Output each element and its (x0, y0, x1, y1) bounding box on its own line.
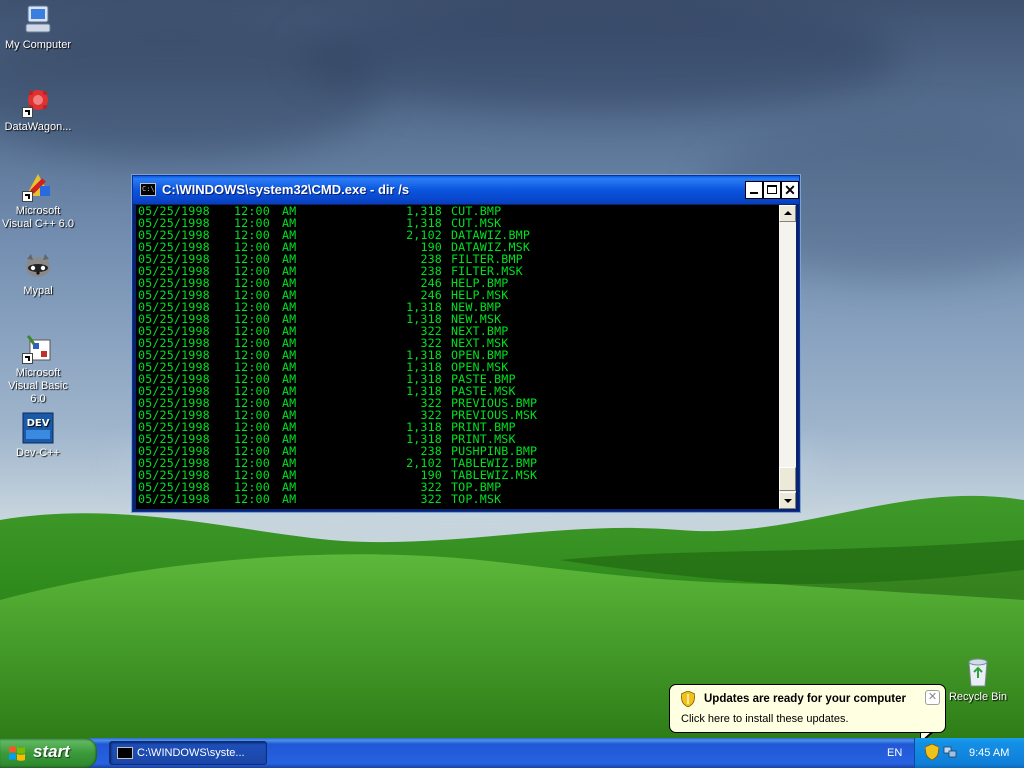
start-button[interactable]: start (0, 738, 97, 768)
my-computer-icon (22, 4, 54, 36)
clock[interactable]: 9:45 AM (969, 747, 1009, 759)
desktop-icon-label: Microsoft Visual C++ 6.0 (2, 205, 74, 230)
cmd-window[interactable]: C:\ C:\WINDOWS\system32\CMD.exe - dir /s… (132, 175, 800, 512)
file-name: TOP.MSK (451, 492, 502, 506)
file-date: 05/25/1998 (138, 492, 210, 506)
language-indicator[interactable]: EN (887, 747, 902, 759)
scroll-down-button[interactable] (779, 492, 796, 509)
visual-cpp-icon (22, 170, 54, 202)
file-size: 322 (420, 492, 442, 506)
balloon-close-button[interactable]: ✕ (925, 690, 940, 705)
console-line: 05/25/1998 12:00 AM 322 TOP.MSK (138, 493, 778, 505)
system-tray: 9:45 AM (914, 738, 1024, 768)
cmd-title-bar[interactable]: C:\ C:\WINDOWS\system32\CMD.exe - dir /s… (133, 176, 799, 204)
recycle-bin-icon (962, 656, 994, 688)
desktop-icon-label: Dev-C++ (15, 447, 61, 459)
console-output[interactable]: 05/25/1998 12:00 AM 1,318 CUT.BMP 05/25/1998 1… (136, 205, 779, 509)
cmd-window-title: C:\WINDOWS\system32\CMD.exe - dir /s (162, 182, 410, 197)
file-ampm: AM (282, 492, 297, 506)
cmd-taskbar-icon (117, 747, 133, 759)
balloon-title: Updates are ready for your computer (704, 693, 906, 705)
scrollbar-thumb[interactable] (779, 467, 796, 491)
maximize-button[interactable] (763, 181, 781, 199)
network-icon[interactable] (943, 745, 957, 759)
shortcut-arrow-icon (22, 353, 33, 364)
desktop-icon-label: Microsoft Visual Basic 6.0 (8, 367, 68, 405)
desktop-icon-recycle-bin[interactable]: Recycle Bin (940, 656, 1016, 704)
cmd-window-icon[interactable]: C:\ (140, 183, 156, 196)
console-vertical-scrollbar[interactable] (779, 205, 796, 509)
close-button[interactable]: ✕ (781, 181, 799, 199)
taskbar-button-label: C:\WINDOWS\syste... (137, 747, 245, 759)
dev-cpp-icon: DEV (22, 412, 54, 444)
desktop-icon-datawagon[interactable]: DataWagon... (0, 86, 76, 134)
desktop-icon-visual-basic[interactable]: Microsoft Visual Basic 6.0 (0, 332, 76, 406)
file-time: 12:00 (234, 492, 270, 506)
scroll-up-button[interactable] (779, 205, 796, 222)
desktop-icon-dev-cpp[interactable]: DEV Dev-C++ (0, 412, 76, 460)
taskbar-button-cmd[interactable]: C:\WINDOWS\syste... (109, 741, 267, 765)
recycle-bin-label: Recycle Bin (948, 691, 1008, 703)
mypal-raccoon-icon (22, 250, 54, 282)
security-shield-icon (680, 690, 696, 708)
shortcut-arrow-icon (22, 107, 33, 118)
svg-text:DEV: DEV (27, 418, 50, 429)
updates-balloon[interactable]: Updates are ready for your computer Clic… (669, 684, 946, 733)
datawagon-icon (22, 86, 54, 118)
shortcut-arrow-icon (22, 191, 33, 202)
desktop-icon-mypal[interactable]: Mypal (0, 250, 76, 298)
visual-basic-icon (22, 332, 54, 364)
balloon-text[interactable]: Click here to install these updates. (681, 713, 849, 725)
taskbar: start C:\WINDOWS\syste... EN 9:45 AM (0, 738, 1024, 768)
desktop-icon-label: DataWagon... (4, 121, 72, 133)
windows-flag-icon (8, 745, 26, 762)
desktop-icon-my-computer[interactable]: My Computer (0, 4, 76, 52)
desktop-icon-visual-cpp[interactable]: Microsoft Visual C++ 6.0 (0, 170, 76, 231)
security-shield-icon[interactable] (924, 743, 940, 761)
start-label: start (33, 742, 70, 761)
minimize-button[interactable] (745, 181, 763, 199)
desktop-icon-label: Mypal (23, 285, 53, 297)
desktop-icon-label: My Computer (4, 39, 72, 51)
